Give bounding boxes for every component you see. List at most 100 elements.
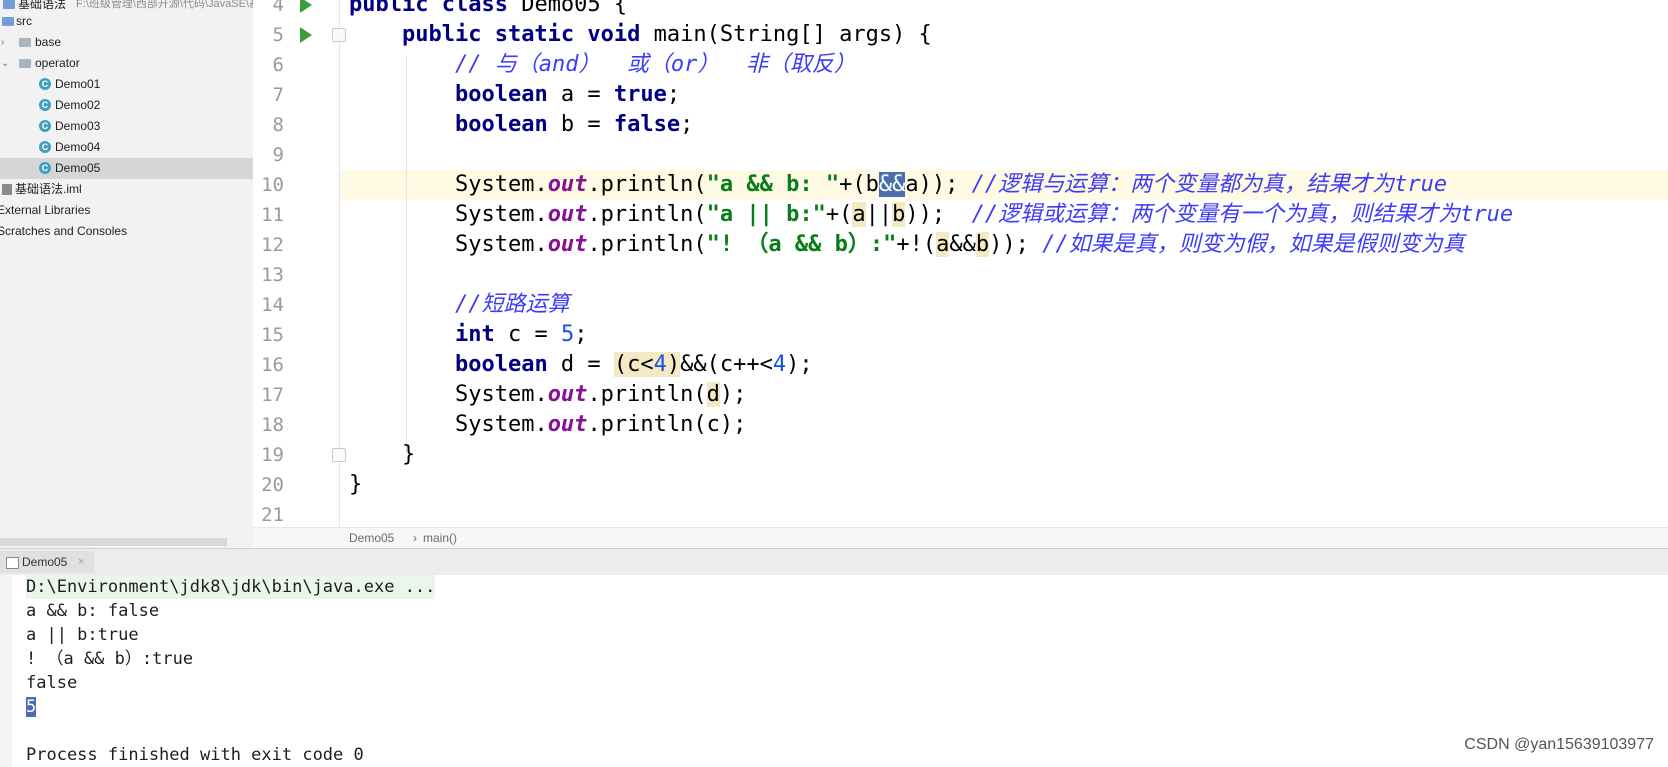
tree-item-demo04[interactable]: C Demo04 <box>0 137 253 158</box>
line-number: 5 <box>272 24 284 46</box>
code-token: b = <box>547 112 614 137</box>
code-line-12: System.out.println("! （a && b）:"+!(a&&b)… <box>349 230 1465 260</box>
code-token: +!( <box>896 232 937 257</box>
code-token: out <box>547 172 588 197</box>
tree-item-iml[interactable]: 基础语法.iml <box>0 179 253 200</box>
line-number: 12 <box>261 234 284 256</box>
tree-horizontal-scrollbar[interactable] <box>0 538 227 546</box>
project-tree[interactable]: 基础语法 F:\班级管理\西部开源\代码\JavaSE\基础 src › bas… <box>0 0 254 548</box>
console-toolbar <box>0 575 12 767</box>
code-comment: //短路运算 <box>454 292 570 317</box>
breadcrumb: Demo05 › main() <box>253 527 1668 549</box>
run-main-icon[interactable] <box>300 27 312 43</box>
code-token: +(b <box>839 172 879 197</box>
code-token: main(String[] args) { <box>640 22 932 47</box>
tree-item-src[interactable]: src <box>0 11 253 32</box>
code-line-4: public class Demo05 { <box>349 0 627 20</box>
usage-highlight: b <box>892 202 906 227</box>
code-token: )); <box>989 232 1043 257</box>
code-number: 4 <box>772 352 787 377</box>
code-token: System. <box>454 202 548 227</box>
usage-highlight: b <box>975 232 990 257</box>
code-line-16: boolean d = (c<4)&&(c++<4); <box>349 350 813 380</box>
console-output-line: ! （a && b）:true <box>26 649 194 669</box>
code-token: System. <box>454 232 548 257</box>
package-icon <box>19 59 31 68</box>
line-number: 17 <box>261 384 284 406</box>
line-number: 4 <box>272 0 284 16</box>
code-token: d = <box>547 352 614 377</box>
line-number: 7 <box>272 84 284 106</box>
code-token: +( <box>825 202 853 227</box>
code-token: Demo05 { <box>507 0 628 17</box>
code-token: public static void <box>401 22 641 47</box>
watermark: CSDN @yan15639103977 <box>1464 736 1654 753</box>
fold-marker-icon[interactable] <box>332 448 346 462</box>
line-number: 8 <box>272 114 284 136</box>
code-token: a)); <box>905 172 972 197</box>
tree-item-demo02[interactable]: C Demo02 <box>0 95 253 116</box>
run-tab-demo05[interactable]: Demo05 × <box>0 551 94 573</box>
code-line-17: System.out.println(d); <box>349 380 746 410</box>
breadcrumb-method[interactable]: main() <box>423 528 457 549</box>
breadcrumb-class[interactable]: Demo05 <box>349 528 394 549</box>
code-line-7: boolean a = true; <box>349 80 680 110</box>
code-token: .println(c); <box>587 412 747 437</box>
code-token: ); <box>786 352 813 377</box>
line-number: 10 <box>261 174 284 196</box>
fold-marker-icon[interactable] <box>332 28 346 42</box>
tree-item-label: External Libraries <box>0 203 91 217</box>
tree-item-label: src <box>16 14 32 28</box>
tree-item-demo01[interactable]: C Demo01 <box>0 74 253 95</box>
run-tab-label: Demo05 <box>22 555 68 569</box>
code-comment: // 与（and） 或（or） 非（取反） <box>454 52 856 77</box>
tree-item-demo05[interactable]: C Demo05 <box>0 158 253 179</box>
code-token: System. <box>454 412 548 437</box>
class-icon: C <box>39 120 51 132</box>
code-token: ; <box>680 112 694 137</box>
tree-item-label: base <box>35 35 62 49</box>
line-number: 21 <box>261 504 284 526</box>
code-token: out <box>547 232 588 257</box>
code-token: (c< <box>613 352 654 377</box>
code-string: "a || b:" <box>706 202 826 227</box>
folder-icon <box>2 17 14 26</box>
tree-item-operator[interactable]: ⌄ operator <box>0 53 253 74</box>
console-output-line: 5 <box>26 695 37 719</box>
code-line-11: System.out.println("a || b:"+(a||b)); //… <box>349 200 1513 230</box>
code-token: int <box>454 322 495 347</box>
chevron-down-icon[interactable]: ⌄ <box>1 53 9 74</box>
code-token: .println( <box>587 202 707 227</box>
code-line-8: boolean b = false; <box>349 110 693 140</box>
run-class-icon[interactable] <box>300 0 312 13</box>
selected-text: && <box>878 172 906 197</box>
code-token: .println( <box>587 382 707 407</box>
close-icon[interactable]: × <box>78 551 84 573</box>
run-console[interactable]: D:\Environment\jdk8\jdk\bin\java.exe ...… <box>0 575 1668 767</box>
tree-item-external-libraries[interactable]: External Libraries <box>0 200 253 221</box>
tree-item-scratches[interactable]: Scratches and Consoles <box>0 221 253 242</box>
code-token: ); <box>719 382 747 407</box>
code-token: } <box>401 442 416 467</box>
code-number: 4 <box>653 352 667 377</box>
tree-item-base[interactable]: › base <box>0 32 253 53</box>
chevron-right-icon[interactable]: › <box>1 32 4 53</box>
code-token: boolean <box>454 352 548 377</box>
console-output-line: a || b:true <box>26 625 139 645</box>
package-icon <box>19 38 31 47</box>
code-string: "! （a && b）:" <box>706 232 897 257</box>
code-line-14: //短路运算 <box>349 290 570 320</box>
code-token: && <box>949 232 976 257</box>
code-token: c = <box>494 322 561 347</box>
tree-item-demo03[interactable]: C Demo03 <box>0 116 253 137</box>
code-line-5: public static void main(String[] args) { <box>349 20 932 50</box>
line-number: 11 <box>261 204 284 226</box>
line-number: 13 <box>261 264 284 286</box>
code-token: .println( <box>587 232 707 257</box>
code-token: &&(c++< <box>680 352 773 377</box>
tree-item-label: Demo05 <box>55 161 101 175</box>
code-comment: //如果是真，则变为假，如果是假则变为真 <box>1042 232 1465 257</box>
code-token: ; <box>666 82 681 107</box>
class-icon: C <box>39 141 51 153</box>
code-token: .println( <box>587 172 707 197</box>
